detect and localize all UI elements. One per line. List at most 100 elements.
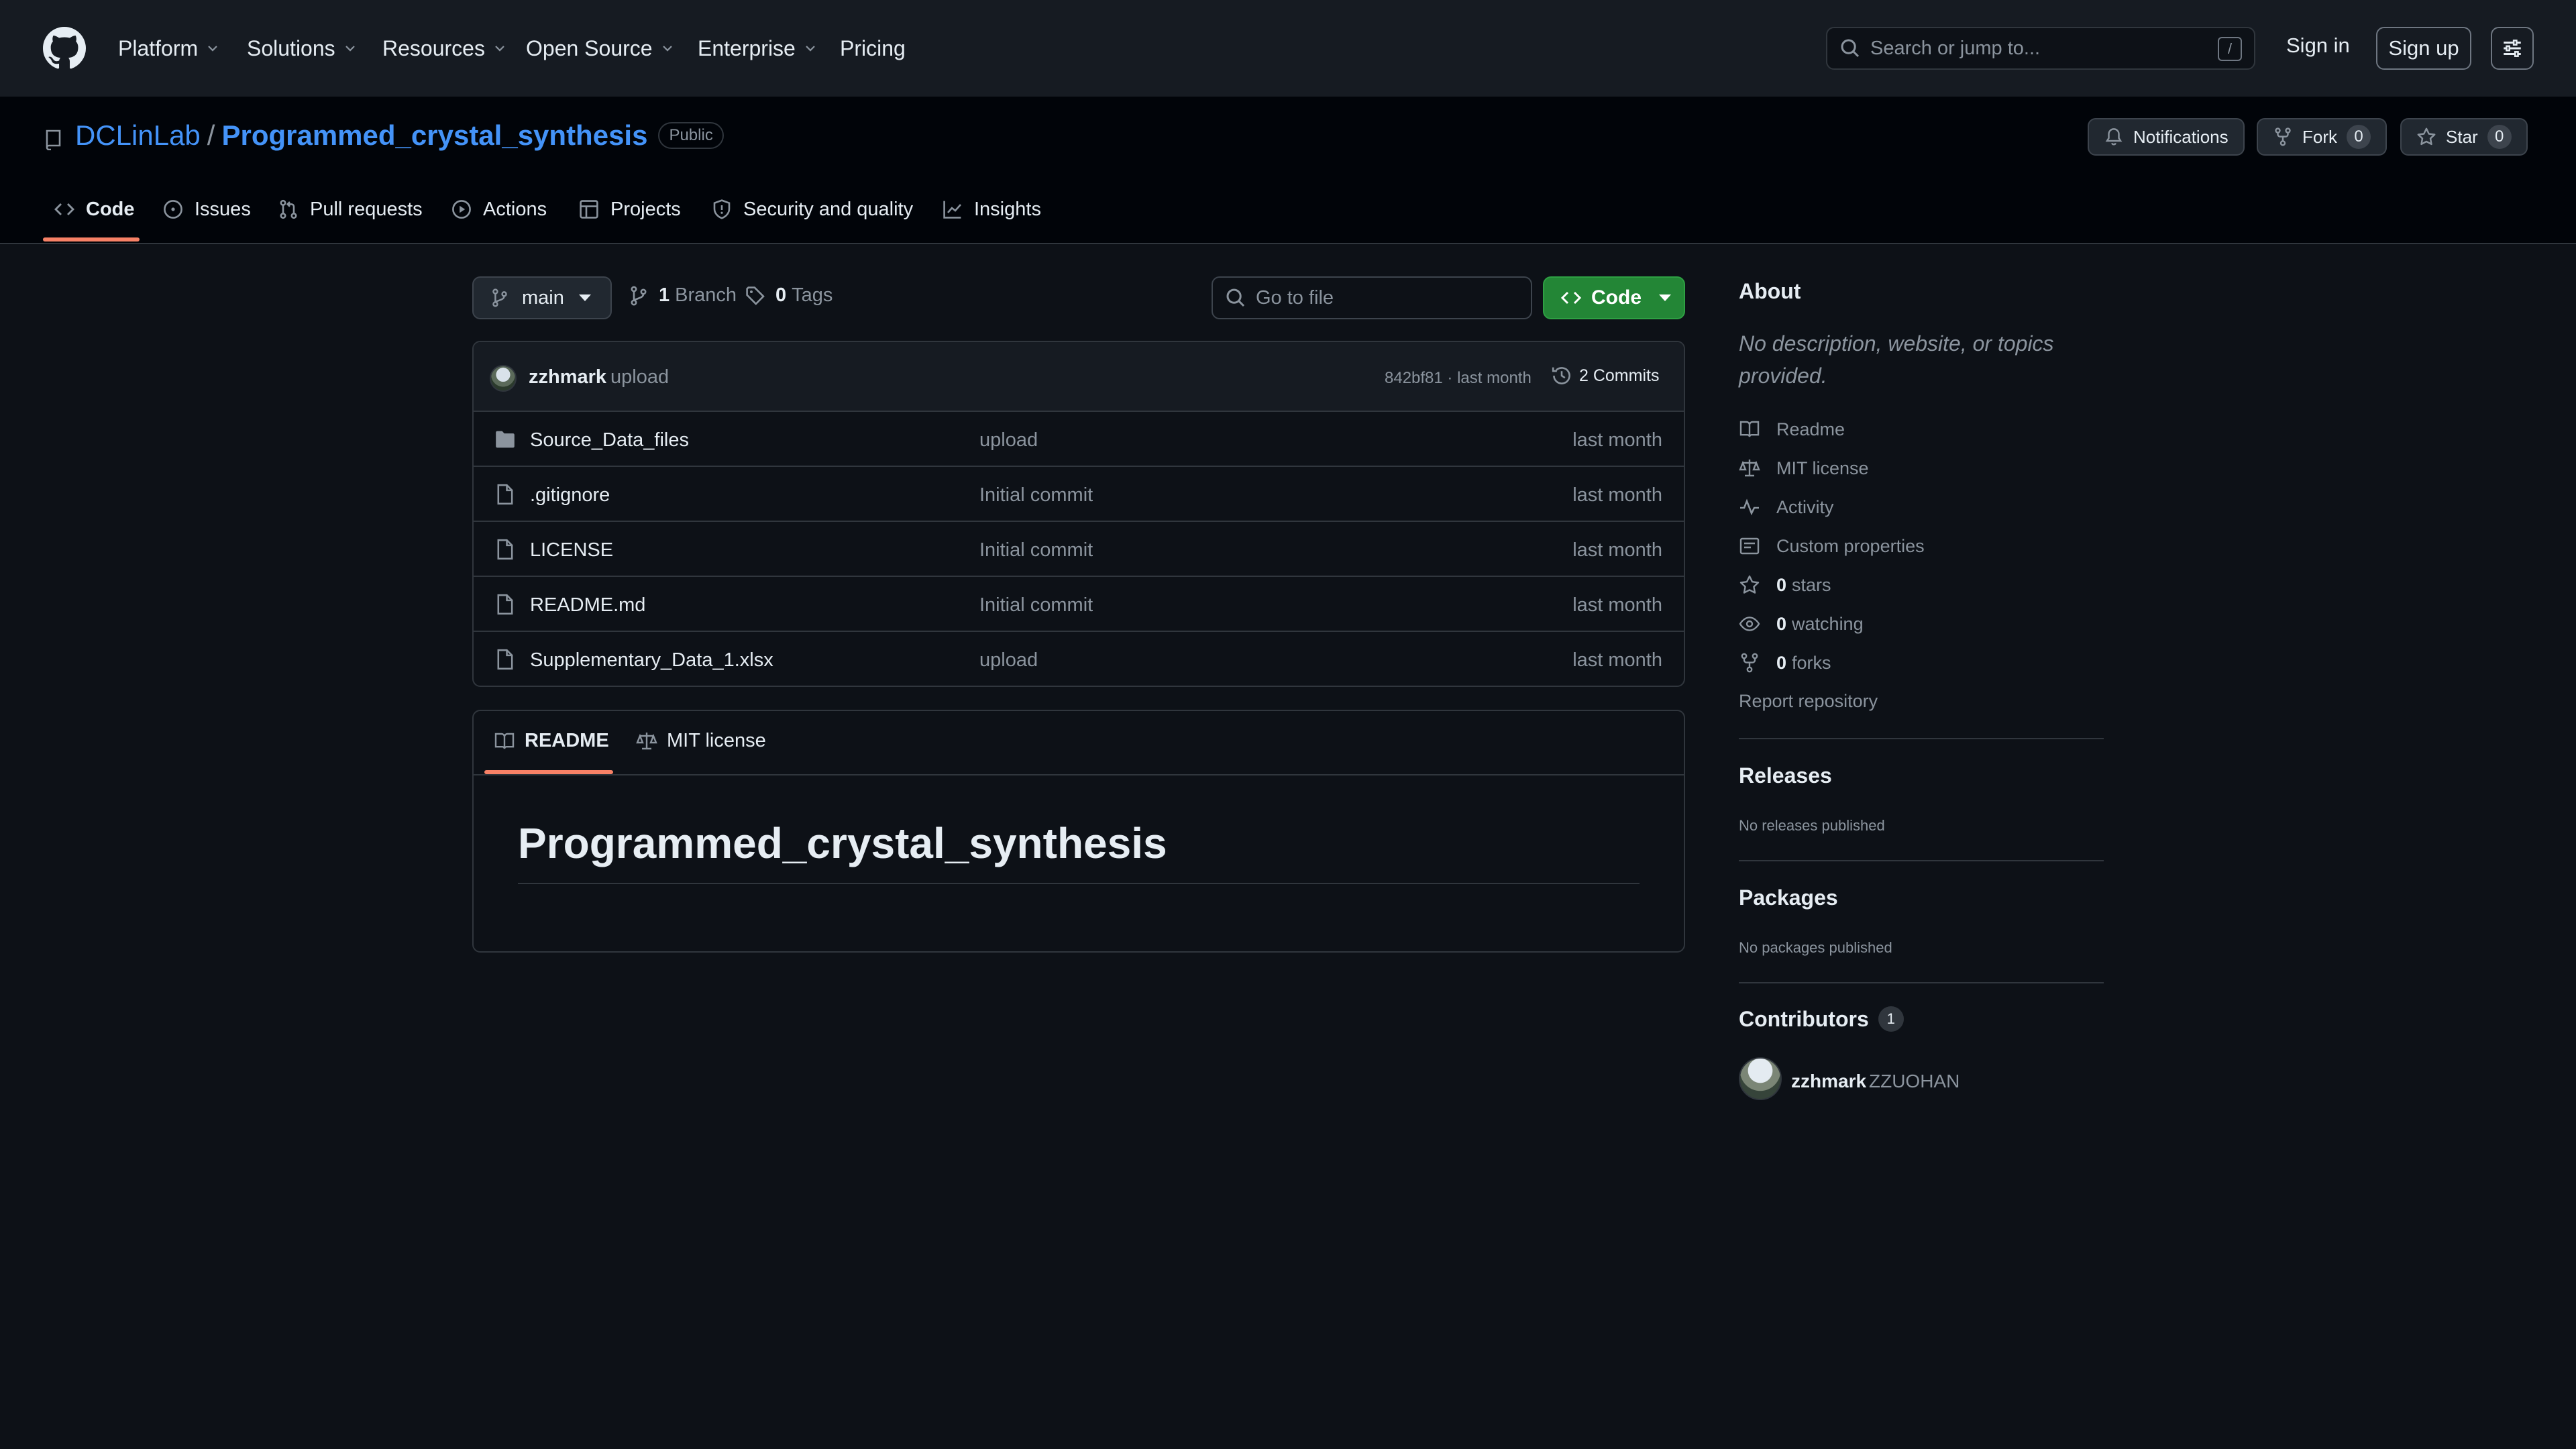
nav-enterprise[interactable]: Enterprise [698,30,818,67]
file-commit-message[interactable]: Initial commit [979,484,1093,506]
packages-heading[interactable]: Packages [1739,885,1838,910]
tab-security[interactable]: Security and quality [711,192,913,240]
fork-label: Fork [2302,126,2337,147]
tab-pull-requests[interactable]: Pull requests [278,192,423,240]
go-to-file[interactable] [1212,276,1532,319]
tab-actions[interactable]: Actions [451,192,547,240]
tab-insights[interactable]: Insights [942,192,1041,240]
file-commit-time: last month [1572,539,1662,561]
caret-down-icon [1659,294,1671,301]
file-commit-message[interactable]: Initial commit [979,594,1093,616]
tab-issues[interactable]: Issues [162,192,251,240]
stars-count: 0 [1776,574,1787,595]
fork-icon [1741,653,1758,673]
repo-name-link[interactable]: Programmed_crystal_synthesis [221,119,647,152]
tab-code-label: Code [86,199,135,220]
readme-tabs: README MIT license [474,711,1684,775]
readme-link[interactable]: Readme [1739,419,1845,440]
nav-open-source[interactable]: Open Source [526,30,676,67]
file-row[interactable]: LICENSE Initial commit last month [474,522,1684,577]
play-icon [452,200,471,219]
file-commit-message[interactable]: upload [979,649,1038,672]
star-icon [2417,127,2436,146]
custom-properties-link[interactable]: Custom properties [1739,535,1925,557]
file-name-link[interactable]: Source_Data_files [530,429,689,451]
file-commit-message[interactable]: Initial commit [979,539,1093,561]
branches-link[interactable]: 1 Branch [628,284,737,307]
file-name-link[interactable]: LICENSE [530,539,613,561]
code-button[interactable]: Code [1543,276,1685,319]
forks-label: forks [1792,652,1831,673]
go-to-file-input[interactable] [1256,286,1524,309]
contributors-heading[interactable]: Contributors 1 [1739,1006,1904,1032]
branch-count-label: Branch [675,284,737,306]
contributors-heading-label: Contributors [1739,1006,1869,1031]
stars-link[interactable]: 0 stars [1739,574,1831,596]
tab-license[interactable]: MIT license [636,730,766,752]
notifications-button[interactable]: Notifications [2088,118,2245,156]
shield-icon [713,199,731,219]
nav-platform[interactable]: Platform [118,30,221,67]
global-search[interactable]: / [1826,27,2255,70]
file-row[interactable]: Supplementary_Data_1.xlsx upload last mo… [474,632,1684,686]
watching-label: watching [1792,613,1864,634]
appearance-settings-button[interactable] [2491,27,2534,70]
chevron-down-icon [495,46,504,52]
contributor-login[interactable]: zzhmark [1791,1071,1866,1092]
law-icon [1739,460,1760,477]
issue-icon [164,200,182,219]
forks-link[interactable]: 0 forks [1739,652,1831,674]
tab-insights-label: Insights [974,199,1041,220]
folder-icon [496,431,515,448]
commit-message-link[interactable]: upload [610,366,669,388]
tags-link[interactable]: 0 Tags [745,284,833,307]
fork-button[interactable]: Fork 0 [2257,118,2387,156]
contributor-name[interactable]: ZZUOHAN [1869,1071,1960,1092]
avatar[interactable] [490,365,517,392]
releases-heading[interactable]: Releases [1739,763,1832,788]
bell-icon [2105,128,2123,146]
table-icon [580,200,598,219]
github-logo-icon[interactable] [43,27,86,70]
file-commit-time: last month [1572,484,1662,506]
activity-link[interactable]: Activity [1739,496,1834,518]
search-icon [1841,39,1860,58]
code-icon [1560,291,1582,305]
nav-solutions[interactable]: Solutions [247,30,358,67]
nav-platform-label: Platform [118,36,199,60]
file-commit-time: last month [1572,594,1662,616]
file-commit-message[interactable]: upload [979,429,1038,451]
file-name-link[interactable]: .gitignore [530,484,610,506]
license-link[interactable]: MIT license [1739,458,1869,479]
repo-title: DCLinLab / Programmed_crystal_synthesis … [75,119,724,152]
nav-pricing[interactable]: Pricing [840,30,906,67]
tab-pull-requests-label: Pull requests [310,199,423,220]
branch-count: 1 [659,284,670,306]
commit-history-link[interactable]: 2 Commits [1551,365,1659,386]
repo-owner-link[interactable]: DCLinLab [75,119,201,152]
branch-name: main [522,286,564,309]
avatar[interactable] [1739,1057,1782,1100]
star-label: Star [2446,126,2478,147]
sign-in-link[interactable]: Sign in [2286,34,2350,58]
commit-sha-time[interactable]: 842bf81 · last month [1385,369,1532,388]
tab-readme-label: README [525,730,609,751]
file-name-link[interactable]: Supplementary_Data_1.xlsx [530,649,773,672]
sign-up-button[interactable]: Sign up [2376,27,2471,70]
report-repository-link[interactable]: Report repository [1739,691,1878,712]
tab-code[interactable]: Code [54,192,135,240]
star-button[interactable]: Star 0 [2400,118,2528,156]
watchers-link[interactable]: 0 watching [1739,613,1864,635]
file-row[interactable]: .gitignore Initial commit last month [474,467,1684,522]
search-input[interactable] [1870,37,2192,60]
file-name-link[interactable]: README.md [530,594,645,616]
latest-commit-bar: zzhmark upload 842bf81 · last month 2 Co… [474,342,1684,412]
file-row[interactable]: Source_Data_files upload last month [474,412,1684,467]
tab-readme[interactable]: README [494,730,609,752]
file-row[interactable]: README.md Initial commit last month [474,577,1684,632]
nav-resources[interactable]: Resources [382,30,508,67]
activity-link-label: Activity [1776,496,1834,517]
commit-author-link[interactable]: zzhmark [529,366,606,388]
branch-selector[interactable]: main [472,276,612,319]
tab-projects[interactable]: Projects [578,192,681,240]
